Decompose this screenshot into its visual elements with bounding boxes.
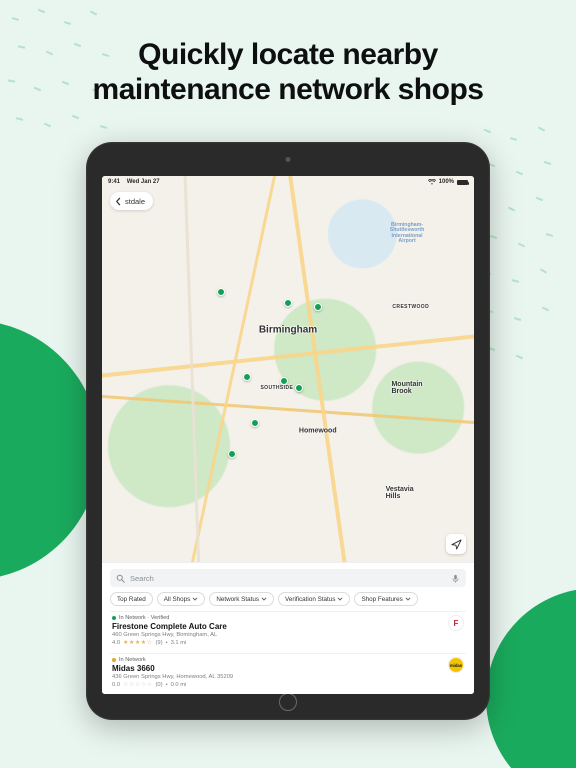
- rating-stars: ☆☆☆☆☆: [123, 681, 152, 688]
- chip-label: Shop Features: [361, 596, 402, 603]
- search-icon: [116, 574, 125, 583]
- chevron-down-icon: [405, 596, 411, 602]
- location-arrow-icon: [451, 539, 462, 550]
- decorative-dashes: [476, 120, 576, 400]
- rating-stars: ★★★★☆: [123, 639, 152, 646]
- status-date: Wed Jan 27: [127, 179, 160, 185]
- rating-value: 0.0: [112, 682, 120, 688]
- shop-marker[interactable]: [217, 288, 225, 296]
- front-camera: [286, 157, 291, 162]
- chip-label: Network Status: [216, 596, 259, 603]
- status-time: 9:41: [108, 179, 120, 185]
- chevron-left-icon: [114, 197, 123, 206]
- battery-pct: 100%: [439, 179, 454, 185]
- rating-count: (0): [155, 682, 162, 688]
- shop-distance: 0.0 mi: [171, 682, 187, 688]
- shop-marker[interactable]: [251, 419, 259, 427]
- map-area-label: Vestavia Hills: [386, 486, 414, 500]
- shop-marker[interactable]: [314, 303, 322, 311]
- headline: Quickly locate nearby maintenance networ…: [0, 38, 576, 107]
- back-button[interactable]: stdale: [110, 192, 153, 210]
- rating-count: (9): [155, 640, 162, 646]
- shop-result[interactable]: In Network Midas 3660 436 Green Springs …: [110, 653, 466, 690]
- shop-marker[interactable]: [228, 450, 236, 458]
- wifi-icon: [428, 179, 436, 185]
- chevron-down-icon: [337, 596, 343, 602]
- shop-name: Firestone Complete Auto Care: [112, 622, 227, 631]
- filter-chip-verification-status[interactable]: Verification Status: [278, 592, 350, 606]
- mic-icon[interactable]: [451, 574, 460, 583]
- brand-logo-firestone: F: [448, 615, 464, 631]
- filter-chip-shop-features[interactable]: Shop Features: [354, 592, 417, 606]
- back-label: stdale: [125, 197, 145, 206]
- tablet-frame: 9:41 Wed Jan 27 100% Birmingham Homewood…: [86, 142, 490, 720]
- shop-result[interactable]: In Network · Verified Firestone Complete…: [110, 611, 466, 648]
- headline-line: maintenance network shops: [93, 73, 484, 106]
- chip-label: Verification Status: [285, 596, 335, 603]
- shop-marker[interactable]: [243, 373, 251, 381]
- search-bar[interactable]: [110, 569, 466, 587]
- status-bar: 9:41 Wed Jan 27 100%: [102, 176, 474, 188]
- shop-name: Midas 3660: [112, 664, 233, 673]
- map-airport-label: Birmingham- Shuttlesworth International …: [390, 223, 425, 245]
- map-area-label: SOUTHSIDE: [260, 385, 293, 391]
- map-area-label: CRESTWOOD: [392, 304, 429, 310]
- shop-status-badge: In Network · Verified: [119, 615, 169, 621]
- shop-marker[interactable]: [280, 377, 288, 385]
- decorative-blob: [486, 588, 576, 768]
- map-area-label: Homewood: [299, 427, 337, 434]
- home-button[interactable]: [279, 693, 297, 711]
- chevron-down-icon: [192, 596, 198, 602]
- network-status-dot: [112, 616, 116, 620]
- promo-stage: Quickly locate nearby maintenance networ…: [0, 0, 576, 768]
- app-screen: 9:41 Wed Jan 27 100% Birmingham Homewood…: [102, 176, 474, 694]
- chevron-down-icon: [261, 596, 267, 602]
- filter-chip-top-rated[interactable]: Top Rated: [110, 592, 153, 606]
- chip-label: Top Rated: [117, 596, 146, 603]
- locate-me-button[interactable]: [446, 534, 466, 554]
- map-area-label: Mountain Brook: [391, 381, 422, 395]
- battery-icon: [457, 180, 468, 185]
- chip-label: All Shops: [164, 596, 191, 603]
- filter-chips: Top Rated All Shops Network Status Verif…: [110, 592, 466, 606]
- map-area[interactable]: Birmingham Homewood Mountain Brook Vesta…: [102, 176, 474, 562]
- shop-marker[interactable]: [284, 299, 292, 307]
- rating-value: 4.0: [112, 640, 120, 646]
- filter-chip-network-status[interactable]: Network Status: [209, 592, 274, 606]
- decorative-blob: [0, 320, 100, 580]
- search-input[interactable]: [130, 574, 446, 583]
- shop-marker[interactable]: [295, 384, 303, 392]
- shop-address: 436 Green Springs Hwy, Homewood, AL 3520…: [112, 674, 233, 680]
- headline-line: Quickly locate nearby: [138, 38, 438, 71]
- results-panel: Top Rated All Shops Network Status Verif…: [102, 562, 474, 694]
- shop-distance: 3.1 mi: [171, 640, 187, 646]
- shop-status-badge: In Network: [119, 657, 146, 663]
- status-time-date: 9:41 Wed Jan 27: [108, 179, 160, 185]
- map-city-label: Birmingham: [259, 325, 317, 336]
- filter-chip-all-shops[interactable]: All Shops: [157, 592, 206, 606]
- shop-address: 460 Green Springs Hwy, Birmingham, AL: [112, 632, 227, 638]
- brand-logo-midas: midas: [448, 657, 464, 673]
- network-status-dot: [112, 658, 116, 662]
